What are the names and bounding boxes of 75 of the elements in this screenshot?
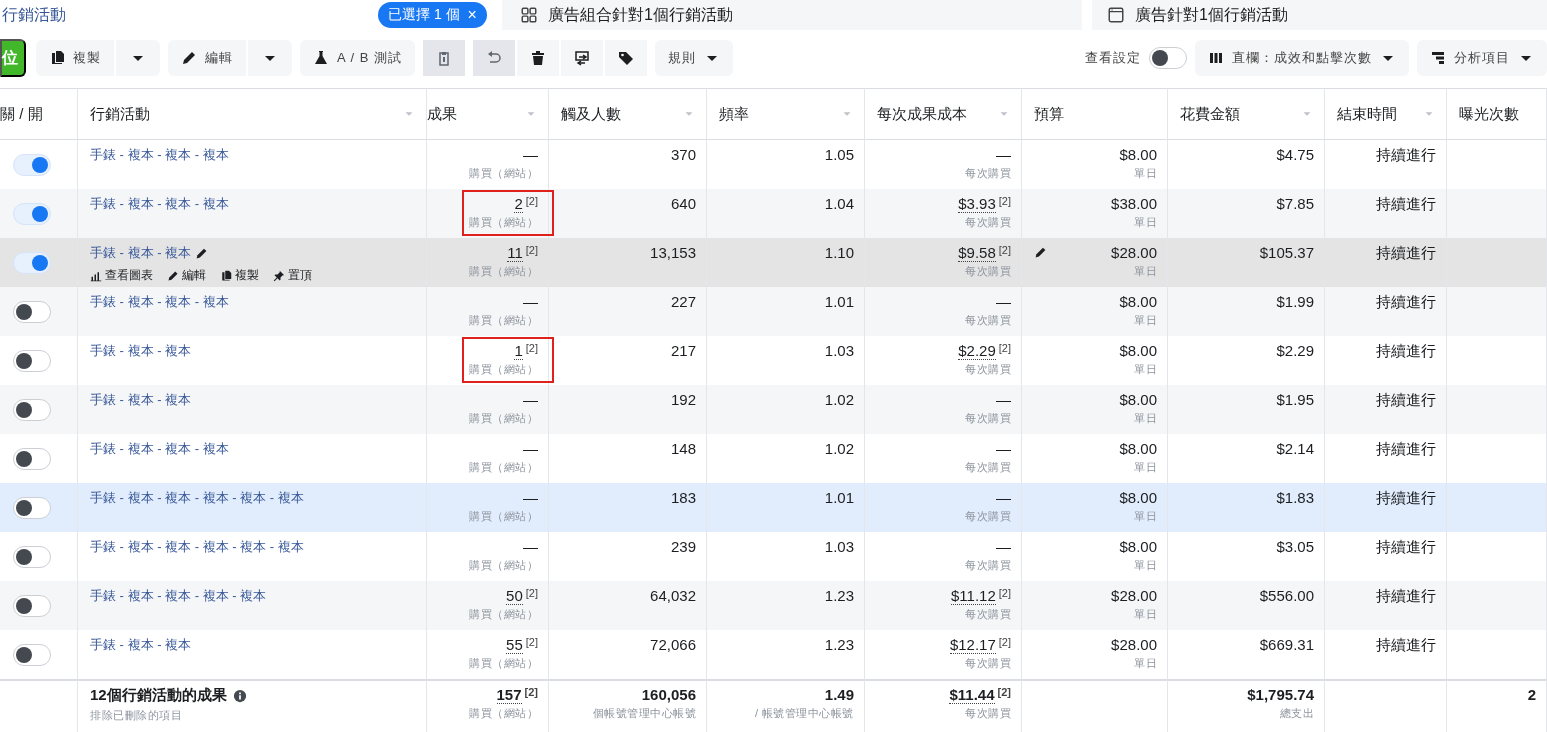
campaign-link[interactable]: 手錶 - 複本 - 複本 - 複本 - 複本 - 複本 (90, 538, 304, 556)
copy-icon (49, 50, 65, 66)
campaign-link[interactable]: 手錶 - 複本 - 複本 (90, 391, 192, 409)
flask-icon (313, 50, 329, 66)
toolbar-button[interactable] (517, 40, 560, 76)
column-header[interactable]: 行銷活動 (78, 88, 427, 140)
toggle-switch[interactable] (12, 251, 51, 274)
breakdown-button[interactable]: 分析項目 (1417, 40, 1547, 76)
table-cell: 2 (1447, 679, 1547, 732)
toggle-switch[interactable] (12, 545, 51, 568)
campaign-link[interactable]: 手錶 - 複本 - 複本 - 複本 (90, 440, 229, 458)
window-icon (1106, 6, 1125, 24)
toolbar-button[interactable]: 規則 (655, 40, 734, 76)
campaign-link[interactable]: 手錶 - 複本 - 複本 - 複本 (90, 293, 229, 311)
pencil-icon (167, 269, 179, 282)
table-cell: $1,795.74 總支出 (1168, 679, 1325, 732)
campaign-link[interactable]: 手錶 - 複本 - 複本 (90, 342, 192, 360)
table-cell: 72,066 (549, 630, 707, 679)
selection-chip[interactable]: 已選擇 1 個 × (378, 2, 487, 28)
row-action-link[interactable]: 置頂 (273, 267, 312, 284)
table-cell: 持續進行 (1325, 630, 1447, 679)
row-action-link[interactable]: 複製 (220, 267, 259, 284)
breakdown-icon (1430, 50, 1446, 66)
toggle-switch[interactable] (12, 447, 51, 470)
columns-icon (1208, 50, 1224, 66)
tag-icon (618, 50, 635, 66)
view-settings-label: 查看設定 (1085, 49, 1141, 67)
swap-icon (574, 50, 591, 66)
bar-chart-icon (90, 269, 102, 282)
campaign-link[interactable]: 手錶 - 複本 - 複本 - 複本 - 複本 (90, 587, 267, 605)
toolbar-button[interactable] (561, 40, 604, 76)
table-cell: 1.23 (707, 630, 865, 679)
undo-icon (486, 50, 503, 66)
breadcrumb-link[interactable]: 行銷活動 (2, 4, 378, 26)
toolbar-button[interactable]: 編輯 (168, 40, 246, 76)
info-icon (232, 688, 247, 703)
campaign-link[interactable]: 手錶 - 複本 - 複本 - 複本 (90, 146, 229, 164)
toggle-switch[interactable] (12, 202, 51, 225)
campaign-link[interactable]: 手錶 - 複本 - 複本 - 複本 (90, 195, 229, 213)
table-cell: 1.49 / 帳號管理中心帳號 (707, 679, 865, 732)
tab[interactable]: 廣告組合針對1個行銷活動 (501, 0, 1082, 30)
table-row[interactable]: 手錶 - 複本 - 複本 - 複本 - 複本 - 複本 — 購買（網站） 183 1.01 — 每次購買 $8.00 單日 $1.83 持續進行 (0, 483, 1547, 532)
row-action-link[interactable]: 查看圖表 (90, 267, 153, 284)
toggle-switch[interactable] (12, 594, 51, 617)
toolbar-button[interactable] (605, 40, 648, 76)
summary-title: 12個行銷活動的成果 (90, 686, 227, 705)
campaign-link[interactable]: 手錶 - 複本 - 複本 (90, 244, 192, 262)
toggle-switch[interactable] (12, 398, 51, 421)
toggle-switch[interactable] (1149, 47, 1187, 69)
campaign-link[interactable]: 手錶 - 複本 - 複本 - 複本 - 複本 - 複本 (90, 489, 304, 507)
columns-button[interactable]: 直欄：成效和點擊次數 (1195, 40, 1409, 76)
toggle-switch[interactable] (12, 643, 51, 666)
trash-icon (530, 50, 547, 66)
pencil-icon (1034, 246, 1047, 259)
table-cell: $28.00 單日 (1022, 630, 1168, 679)
toolbar-button[interactable]: A / B 測試 (300, 40, 416, 76)
campaign-link[interactable]: 手錶 - 複本 - 複本 (90, 636, 192, 654)
toggle-switch[interactable] (12, 349, 51, 372)
pencil-icon (181, 50, 197, 66)
pin-icon (273, 269, 285, 282)
table-row[interactable]: 手錶 - 複本 - 複本 - 複本 — 購買（網站） 227 1.01 — 每次購買 $8.00 單日 $1.99 持續進行 (0, 287, 1547, 336)
table-cell: $669.31 (1168, 630, 1325, 679)
toolbar-button[interactable]: 複製 (36, 40, 114, 76)
table-row[interactable]: 手錶 - 複本 - 複本 — 購買（網站） 192 1.02 — 每次購買 $8.00 單日 $1.95 持續進行 (0, 385, 1547, 434)
toggle-switch[interactable] (12, 153, 51, 176)
copy-icon (220, 269, 232, 282)
summary-note: 排除已刪除的項目 (90, 708, 182, 723)
tab[interactable]: 廣告針對1個行銷活動 (1091, 0, 1547, 30)
toggle-switch[interactable] (12, 496, 51, 519)
close-icon[interactable]: × (467, 6, 477, 24)
grid-icon (519, 6, 538, 24)
toggle-switch[interactable] (12, 300, 51, 323)
table-cell: 160,056 個帳號管理中心帳號 (549, 679, 707, 732)
row-action-link[interactable]: 編輯 (167, 267, 206, 284)
pencil-icon (195, 246, 209, 260)
